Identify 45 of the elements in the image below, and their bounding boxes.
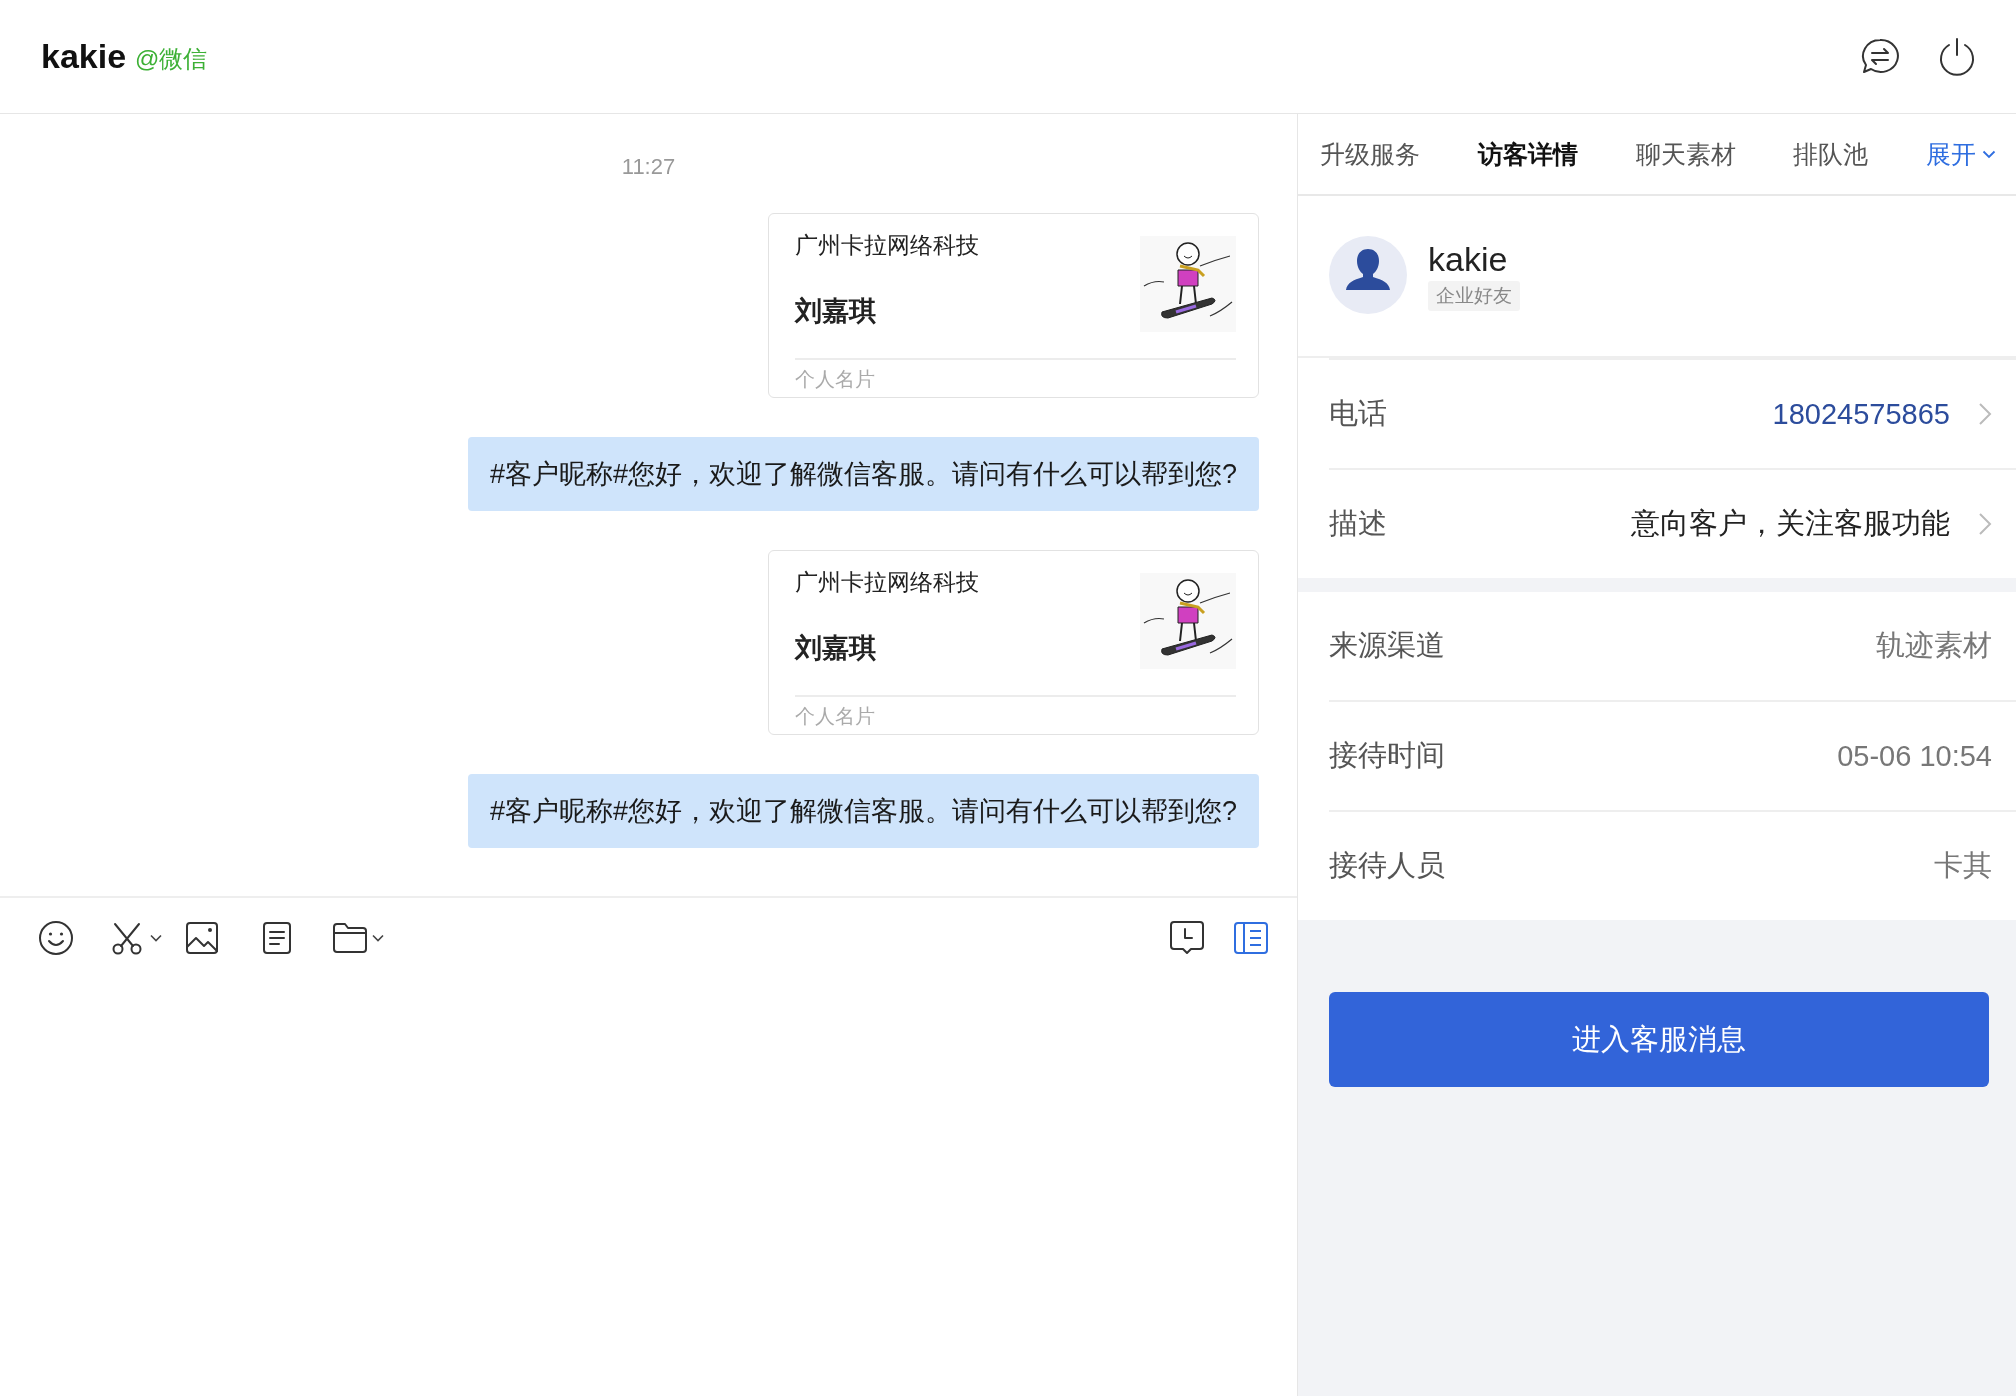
avatar-icon	[1329, 236, 1407, 314]
contact-card[interactable]: 广州卡拉网络科技 刘嘉琪 个人名片	[768, 550, 1259, 735]
panel-tab[interactable]: 升级服务	[1320, 137, 1420, 171]
card-type-label: 个人名片	[795, 367, 875, 392]
company-name: 广州卡拉网络科技	[795, 568, 979, 597]
card-name: 刘嘉琪	[795, 632, 876, 665]
power-icon[interactable]	[1938, 36, 1976, 77]
contact-card[interactable]: 广州卡拉网络科技 刘嘉琪 个人名片	[768, 213, 1259, 398]
channel-label: @微信	[135, 43, 208, 74]
field-label: 接待时间	[1329, 738, 1445, 773]
field-label: 电话	[1329, 396, 1387, 431]
chat-history-icon[interactable]	[1169, 920, 1205, 956]
visitor-name: kakie	[1428, 239, 1508, 279]
emoji-icon[interactable]	[38, 920, 74, 956]
phone-link[interactable]: 18024575865	[1772, 397, 1950, 431]
field-value: 卡其	[1934, 848, 1992, 883]
panel-tab[interactable]: 访客详情	[1477, 137, 1578, 171]
chevron-icon	[1978, 512, 1992, 536]
caret-icon[interactable]	[150, 934, 162, 942]
card-type-label: 个人名片	[795, 704, 875, 729]
enter-service-button[interactable]: 进入客服消息	[1329, 992, 1989, 1087]
image-icon[interactable]	[185, 921, 219, 955]
tag-label: 企业好友	[1428, 280, 1520, 311]
sidebar-toggle-icon[interactable]	[1233, 921, 1269, 955]
expand-tab[interactable]: 展开	[1926, 137, 1996, 171]
contact-name: kakie	[41, 37, 127, 76]
field-value: 轨迹素材	[1876, 628, 1992, 663]
field-value: 意向客户，关注客服功能	[1631, 506, 1950, 541]
field-label: 来源渠道	[1329, 628, 1445, 663]
document-icon[interactable]	[262, 921, 292, 955]
panel-tab[interactable]: 聊天素材	[1635, 137, 1736, 171]
panel-tab[interactable]: 排队池	[1793, 137, 1869, 171]
caret-icon[interactable]	[372, 934, 384, 942]
scissors-icon[interactable]	[110, 921, 144, 955]
field-label: 接待人员	[1329, 848, 1445, 883]
message-bubble: #客户昵称#您好，欢迎了解微信客服。请问有什么可以帮到您?	[467, 774, 1259, 848]
folder-icon[interactable]	[332, 922, 368, 954]
card-name: 刘嘉琪	[795, 295, 876, 328]
field-label: 描述	[1329, 506, 1387, 541]
timestamp: 11:27	[620, 154, 677, 180]
message-bubble: #客户昵称#您好，欢迎了解微信客服。请问有什么可以帮到您?	[467, 437, 1259, 511]
chevron-icon	[1978, 402, 1992, 426]
caret-icon	[1982, 149, 1996, 159]
field-value: 05-06 10:54	[1837, 739, 1992, 773]
company-name: 广州卡拉网络科技	[795, 231, 979, 260]
